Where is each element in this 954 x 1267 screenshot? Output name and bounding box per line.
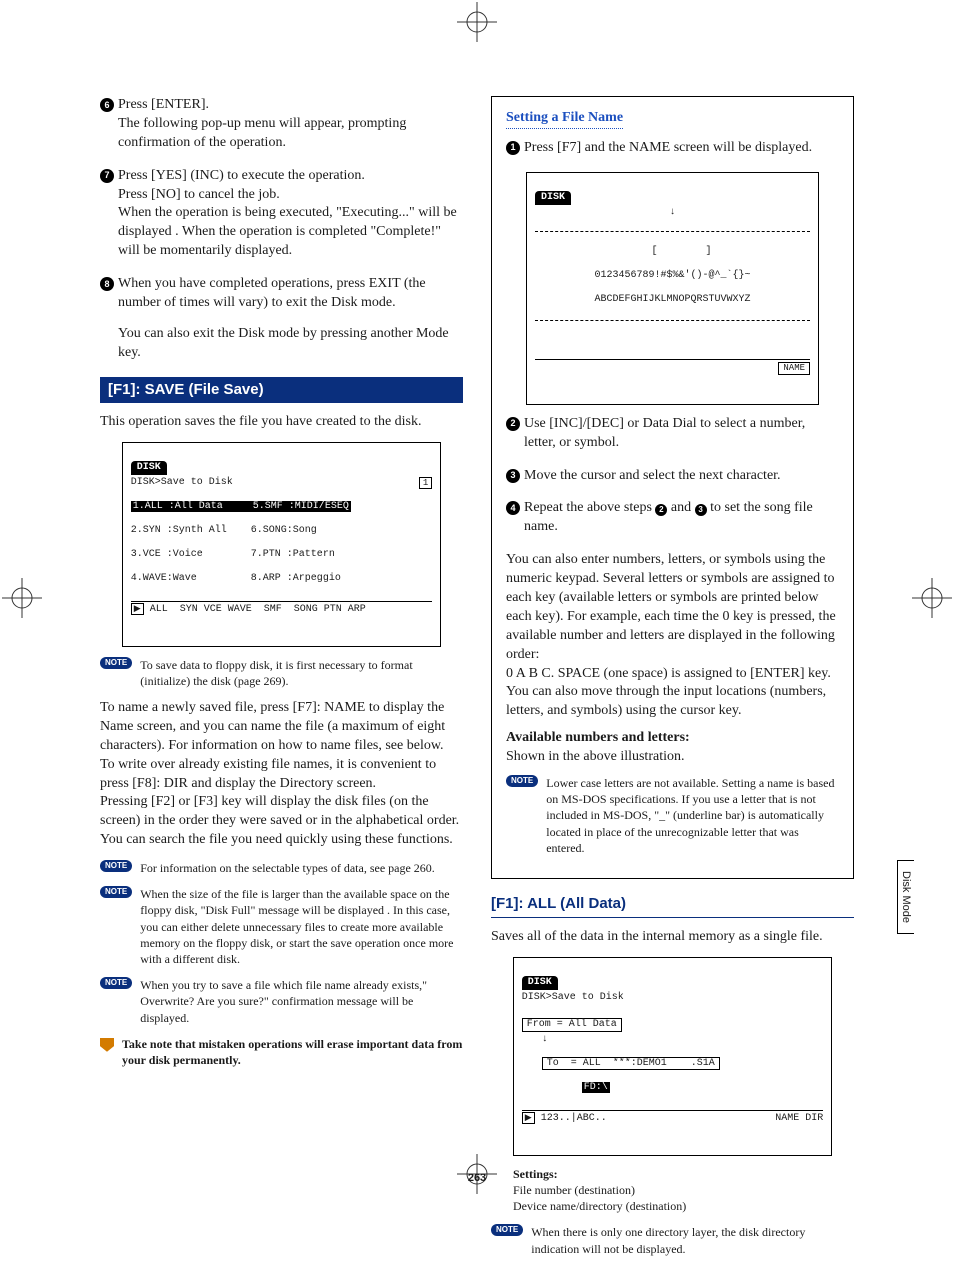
step-8-line2: You can also exit the Disk mode by press…	[100, 325, 463, 363]
name-step-3: 3 Move the cursor and select the next ch…	[506, 467, 839, 486]
note-overwrite: NOTE When you try to save a file which f…	[100, 977, 463, 1026]
page-content: 6 Press [ENTER]. The following pop-up me…	[100, 96, 854, 1267]
note-pill-icon: NOTE	[506, 775, 538, 787]
note-types: NOTE For information on the selectable t…	[100, 860, 463, 876]
lcd-save-row4: 4.WAVE:Wave 8.ARP :Arpeggio	[131, 573, 432, 585]
note-pill-icon: NOTE	[100, 886, 132, 898]
side-tab: Disk Mode	[897, 860, 914, 934]
name-step-3-text: Move the cursor and select the next char…	[524, 467, 839, 486]
all-intro: Saves all of the data in the internal me…	[491, 928, 854, 947]
lcd-all-to: To = ALL ***:DEMO1 .S1A	[542, 1057, 720, 1070]
save-para1: To name a newly saved file, press [F7]: …	[100, 699, 463, 756]
bullet-3-icon: 3	[506, 469, 520, 483]
settings-heading: Settings:	[513, 1166, 854, 1182]
lcd-all-from: From = All Data	[522, 1018, 622, 1032]
lcd-save-page: 1	[419, 477, 432, 490]
settings-line2: Device name/directory (destination)	[513, 1198, 854, 1214]
step-6-line1: Press [ENTER].	[118, 96, 463, 115]
lcd-save-title: DISK>Save to Disk	[131, 477, 233, 488]
name-step-4-text: Repeat the above steps 2 and 3 to set th…	[524, 499, 839, 537]
note-directory-text: When there is only one directory layer, …	[531, 1224, 854, 1256]
step-7-line2: Press [NO] to cancel the job.	[100, 186, 463, 205]
note-format-text: To save data to floppy disk, it is first…	[140, 657, 463, 689]
save-para3: Pressing [F2] or [F3] key will display t…	[100, 793, 463, 850]
lcd-save-tab: DISK	[131, 461, 167, 475]
note-directory: NOTE When there is only one directory la…	[491, 1224, 854, 1256]
bullet-6-icon: 6	[100, 98, 114, 112]
bullet-8-icon: 8	[100, 277, 114, 291]
lcd-name-arrow-icon: ↓	[535, 207, 810, 219]
ref-3-icon: 3	[695, 504, 707, 516]
available-body: Shown in the above illustration.	[506, 748, 839, 767]
note-lowercase: NOTE Lower case letters are not availabl…	[506, 775, 839, 856]
right-column: Setting a File Name 1 Press [F7] and the…	[491, 96, 854, 1267]
filename-box: Setting a File Name 1 Press [F7] and the…	[491, 96, 854, 879]
name-step-2-text: Use [INC]/[DEC] or Data Dial to select a…	[524, 415, 839, 453]
note-pill-icon: NOTE	[100, 657, 132, 669]
save-section-bar: [F1]: SAVE (File Save)	[100, 377, 463, 403]
lcd-save-row2: 2.SYN :Synth All 6.SONG:Song	[131, 525, 432, 537]
reg-mark-right	[912, 578, 952, 618]
settings-block: Settings: File number (destination) Devi…	[513, 1166, 854, 1215]
lcd-all-tab: DISK	[522, 976, 558, 990]
lcd-name-button: NAME	[778, 362, 810, 375]
ref-2-icon: 2	[655, 504, 667, 516]
lcd-all-screen: DISK DISK>Save to Disk From = All Data ↓…	[513, 957, 832, 1156]
step-6: 6 Press [ENTER]. The following pop-up me…	[100, 96, 463, 153]
name-para1: You can also enter numbers, letters, or …	[506, 551, 839, 664]
note-pill-icon: NOTE	[100, 860, 132, 872]
save-para2: To write over already existing file name…	[100, 756, 463, 794]
lcd-name-line2: ABCDEFGHIJKLMNOPQRSTUVWXYZ	[535, 294, 810, 306]
note-pill-icon: NOTE	[100, 977, 132, 989]
reg-mark-top	[457, 2, 497, 42]
lcd-all-fd: FD:\	[582, 1082, 610, 1093]
lcd-save-screen: DISK DISK>Save to Disk 1 1.ALL :All Data…	[122, 442, 441, 647]
lcd-all-title: DISK>Save to Disk	[522, 992, 823, 1004]
save-intro: This operation saves the file you have c…	[100, 413, 463, 432]
lcd-save-footer: ALL SYN VCE WAVE SMF SONG PTN ARP	[150, 604, 366, 615]
page-number: 263	[468, 1172, 486, 1184]
note-overwrite-text: When you try to save a file which file n…	[140, 977, 463, 1026]
bullet-2-icon: 2	[506, 417, 520, 431]
name-step-2: 2 Use [INC]/[DEC] or Data Dial to select…	[506, 415, 839, 453]
name-step-1: 1 Press [F7] and the NAME screen will be…	[506, 139, 839, 158]
lcd-save-row3: 3.VCE :Voice 7.PTN :Pattern	[131, 549, 432, 561]
bullet-1-icon: 1	[506, 141, 520, 155]
lcd-all-footer-left: 123..|ABC..	[541, 1113, 607, 1124]
filename-box-title: Setting a File Name	[506, 109, 623, 129]
step-7-line1: Press [YES] (INC) to execute the operati…	[118, 167, 463, 186]
note-pill-icon: NOTE	[491, 1224, 523, 1236]
reg-mark-left	[2, 578, 42, 618]
note-diskfull: NOTE When the size of the file is larger…	[100, 886, 463, 967]
step-8: 8 When you have completed operations, pr…	[100, 275, 463, 363]
warning-text: Take note that mistaken operations will …	[122, 1036, 463, 1068]
bullet-4-icon: 4	[506, 501, 520, 515]
bullet-7-icon: 7	[100, 169, 114, 183]
lcd-name-line1: 0123456789!#$%&'()-@^_`{}~	[535, 270, 810, 282]
lcd-save-row1: 1.ALL :All Data 5.SMF :MIDI/ESEQ	[131, 501, 351, 512]
step-7: 7 Press [YES] (INC) to execute the opera…	[100, 167, 463, 261]
note-format: NOTE To save data to floppy disk, it is …	[100, 657, 463, 689]
name-para2: 0 A B C. SPACE (one space) is assigned t…	[506, 665, 839, 722]
left-column: 6 Press [ENTER]. The following pop-up me…	[100, 96, 463, 1267]
step-8-line1: When you have completed operations, pres…	[118, 275, 463, 313]
name-step-4: 4 Repeat the above steps 2 and 3 to set …	[506, 499, 839, 537]
note-lowercase-text: Lower case letters are not available. Se…	[546, 775, 839, 856]
warning-icon	[100, 1038, 114, 1052]
all-section-bar: [F1]: ALL (All Data)	[491, 895, 854, 918]
warning-erase: Take note that mistaken operations will …	[100, 1036, 463, 1068]
lcd-name-tab: DISK	[535, 191, 571, 205]
lcd-all-footer-right: NAME DIR	[775, 1113, 823, 1125]
note-diskfull-text: When the size of the file is larger than…	[140, 886, 463, 967]
available-heading: Available numbers and letters:	[506, 729, 839, 748]
note-types-text: For information on the selectable types …	[140, 860, 463, 876]
name-step-1-text: Press [F7] and the NAME screen will be d…	[524, 139, 839, 158]
lcd-name-screen: DISK ↓ [ ] 0123456789!#$%&'()-@^_`{}~ AB…	[526, 172, 819, 405]
step-6-line2: The following pop-up menu will appear, p…	[100, 115, 463, 153]
step-7-line3: When the operation is being executed, "E…	[100, 204, 463, 261]
